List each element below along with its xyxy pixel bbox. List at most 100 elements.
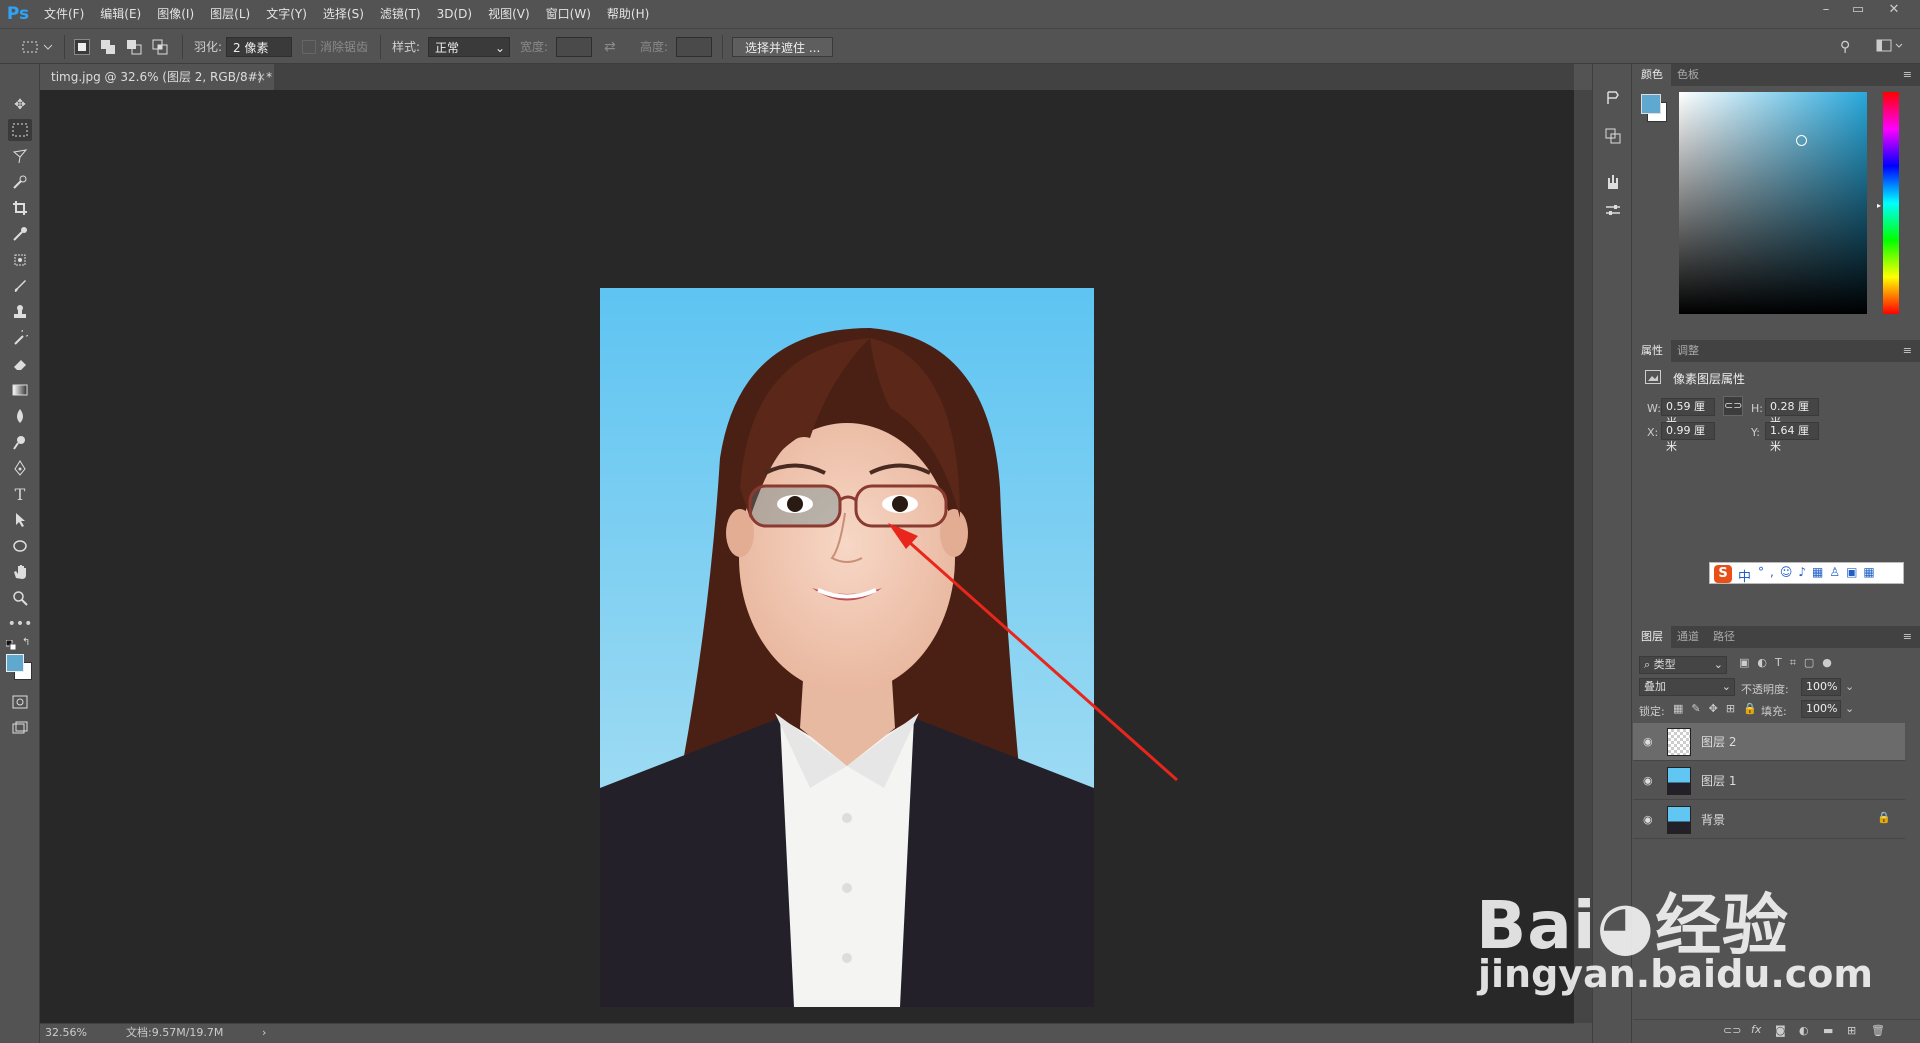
tab-swatches[interactable]: 色板: [1669, 64, 1707, 86]
adjustment-icon[interactable]: ◐: [1799, 1024, 1809, 1037]
crop-tool-icon[interactable]: [8, 197, 32, 219]
subtract-selection-button[interactable]: [126, 39, 142, 55]
layer-row[interactable]: ◉ 背景 🔒: [1633, 801, 1905, 839]
w-input[interactable]: 0.59 厘米: [1661, 398, 1715, 429]
layer-name[interactable]: 背景: [1701, 811, 1725, 828]
color-picker-cursor[interactable]: [1796, 135, 1807, 146]
close-window-button[interactable]: ✕: [1880, 0, 1908, 22]
hand-tool-icon[interactable]: [8, 561, 32, 583]
minimize-button[interactable]: –: [1812, 0, 1840, 22]
swap-icon[interactable]: ⇄: [604, 37, 616, 57]
tab-layers[interactable]: 图层: [1633, 626, 1671, 648]
layer-row[interactable]: ◉ 图层 1: [1633, 762, 1905, 800]
search-icon[interactable]: ⚲: [1840, 37, 1850, 57]
width-input[interactable]: [556, 37, 592, 57]
properties-toggle-icon[interactable]: [1601, 198, 1625, 222]
default-colors-icon[interactable]: [5, 639, 17, 651]
menu-window[interactable]: 窗口(W): [538, 0, 599, 28]
color-picker-field[interactable]: [1679, 92, 1867, 314]
type-tool-icon[interactable]: T: [8, 483, 32, 505]
tab-channels[interactable]: 通道: [1669, 626, 1707, 648]
eyedropper-tool-icon[interactable]: [8, 223, 32, 245]
status-menu-arrow[interactable]: ›: [262, 1024, 266, 1042]
link-dimensions-icon[interactable]: ⊂⊃: [1723, 396, 1743, 416]
ime-tool-icons[interactable]: °,☺♪▦♙▣▦: [1758, 565, 1881, 579]
visibility-eye-icon[interactable]: ◉: [1643, 735, 1657, 748]
link-icon[interactable]: ⊂⊃: [1723, 1024, 1741, 1037]
new-selection-button[interactable]: [74, 39, 90, 55]
panel-menu-icon[interactable]: ≡: [1903, 64, 1912, 86]
h-input[interactable]: 0.28 厘米: [1765, 398, 1819, 429]
opacity-input[interactable]: 100%: [1801, 678, 1841, 696]
layer-row[interactable]: ◉ 图层 2: [1633, 723, 1905, 761]
history-brush-tool-icon[interactable]: [8, 327, 32, 349]
add-selection-button[interactable]: [100, 39, 116, 55]
group-icon[interactable]: ▬: [1823, 1024, 1833, 1037]
layer-filter-icons[interactable]: ▣◐T⌗▢●: [1739, 656, 1840, 670]
tab-paths[interactable]: 路径: [1705, 626, 1743, 648]
zoom-tool-icon[interactable]: [8, 587, 32, 609]
history-icon[interactable]: [1601, 86, 1625, 110]
brush-tool-icon[interactable]: [8, 275, 32, 297]
opacity-dropdown-icon[interactable]: ⌄: [1845, 680, 1854, 693]
new-layer-icon[interactable]: ⊞: [1847, 1024, 1856, 1037]
lasso-tool-icon[interactable]: [8, 145, 32, 167]
brush-settings-icon[interactable]: [1601, 170, 1625, 194]
lock-icon[interactable]: 🔒: [1877, 811, 1891, 824]
blend-mode-select[interactable]: 叠加 ⌄: [1639, 678, 1735, 696]
menu-select[interactable]: 选择(S): [315, 0, 372, 28]
lock-icons[interactable]: ▦✎✥⊞🔒: [1673, 702, 1765, 715]
marquee-preset-picker[interactable]: [20, 37, 56, 57]
feather-input[interactable]: 2 像素: [226, 37, 292, 57]
layer-name[interactable]: 图层 2: [1701, 733, 1736, 750]
ime-toolbar[interactable]: S 中 °,☺♪▦♙▣▦: [1709, 562, 1904, 585]
menu-edit[interactable]: 编辑(E): [92, 0, 149, 28]
restore-button[interactable]: ▭: [1844, 0, 1872, 22]
select-and-mask-button[interactable]: 选择并遮住 ...: [732, 37, 834, 57]
hue-slider[interactable]: [1883, 92, 1899, 314]
blur-tool-icon[interactable]: [8, 405, 32, 427]
menu-view[interactable]: 视图(V): [480, 0, 538, 28]
screen-mode-icon[interactable]: [8, 717, 32, 739]
menu-type[interactable]: 文字(Y): [258, 0, 315, 28]
panel-menu-icon[interactable]: ≡: [1903, 340, 1912, 362]
menu-image[interactable]: 图像(I): [149, 0, 202, 28]
quick-mask-icon[interactable]: [8, 691, 32, 713]
rect-marquee-tool-icon[interactable]: [8, 119, 32, 141]
layer-name[interactable]: 图层 1: [1701, 772, 1736, 789]
hue-slider-handle[interactable]: ▸: [1877, 201, 1881, 210]
eraser-tool-icon[interactable]: [8, 353, 32, 375]
dodge-tool-icon[interactable]: [8, 431, 32, 453]
quick-select-tool-icon[interactable]: [8, 171, 32, 193]
menu-help[interactable]: 帮助(H): [599, 0, 657, 28]
trash-icon[interactable]: 🗑: [1871, 1024, 1885, 1037]
tab-adjustments[interactable]: 调整: [1669, 340, 1707, 362]
foreground-color-swatch[interactable]: [6, 654, 24, 672]
workspace-icon[interactable]: [1876, 37, 1904, 57]
visibility-eye-icon[interactable]: ◉: [1643, 774, 1657, 787]
pen-tool-icon[interactable]: [8, 457, 32, 479]
visibility-eye-icon[interactable]: ◉: [1643, 813, 1657, 826]
height-input[interactable]: [676, 37, 712, 57]
path-select-tool-icon[interactable]: [8, 509, 32, 531]
color-panel-foreground-swatch[interactable]: [1641, 94, 1661, 114]
close-tab-icon[interactable]: ×: [256, 64, 266, 90]
menu-layer[interactable]: 图层(L): [202, 0, 258, 28]
move-tool-icon[interactable]: ✥: [8, 94, 32, 116]
panel-menu-icon[interactable]: ≡: [1903, 626, 1912, 648]
swap-colors-icon[interactable]: ↰: [22, 637, 30, 648]
antialias-checkbox[interactable]: [302, 40, 316, 54]
style-select[interactable]: 正常 ⌄: [428, 37, 510, 57]
tab-properties[interactable]: 属性: [1633, 340, 1671, 362]
more-tools-icon[interactable]: •••: [8, 613, 33, 635]
healing-brush-tool-icon[interactable]: [8, 249, 32, 271]
y-input[interactable]: 1.64 厘米: [1765, 422, 1819, 453]
layer-filter-select[interactable]: ⌕ 类型 ⌄: [1639, 656, 1727, 674]
fill-dropdown-icon[interactable]: ⌄: [1845, 702, 1854, 715]
menu-filter[interactable]: 滤镜(T): [372, 0, 429, 28]
ime-mode[interactable]: 中: [1738, 566, 1751, 585]
x-input[interactable]: 0.99 厘米: [1661, 422, 1715, 453]
zoom-level[interactable]: 32.56%: [45, 1024, 87, 1042]
ellipse-tool-icon[interactable]: [8, 535, 32, 557]
menu-3d[interactable]: 3D(D): [429, 0, 480, 28]
